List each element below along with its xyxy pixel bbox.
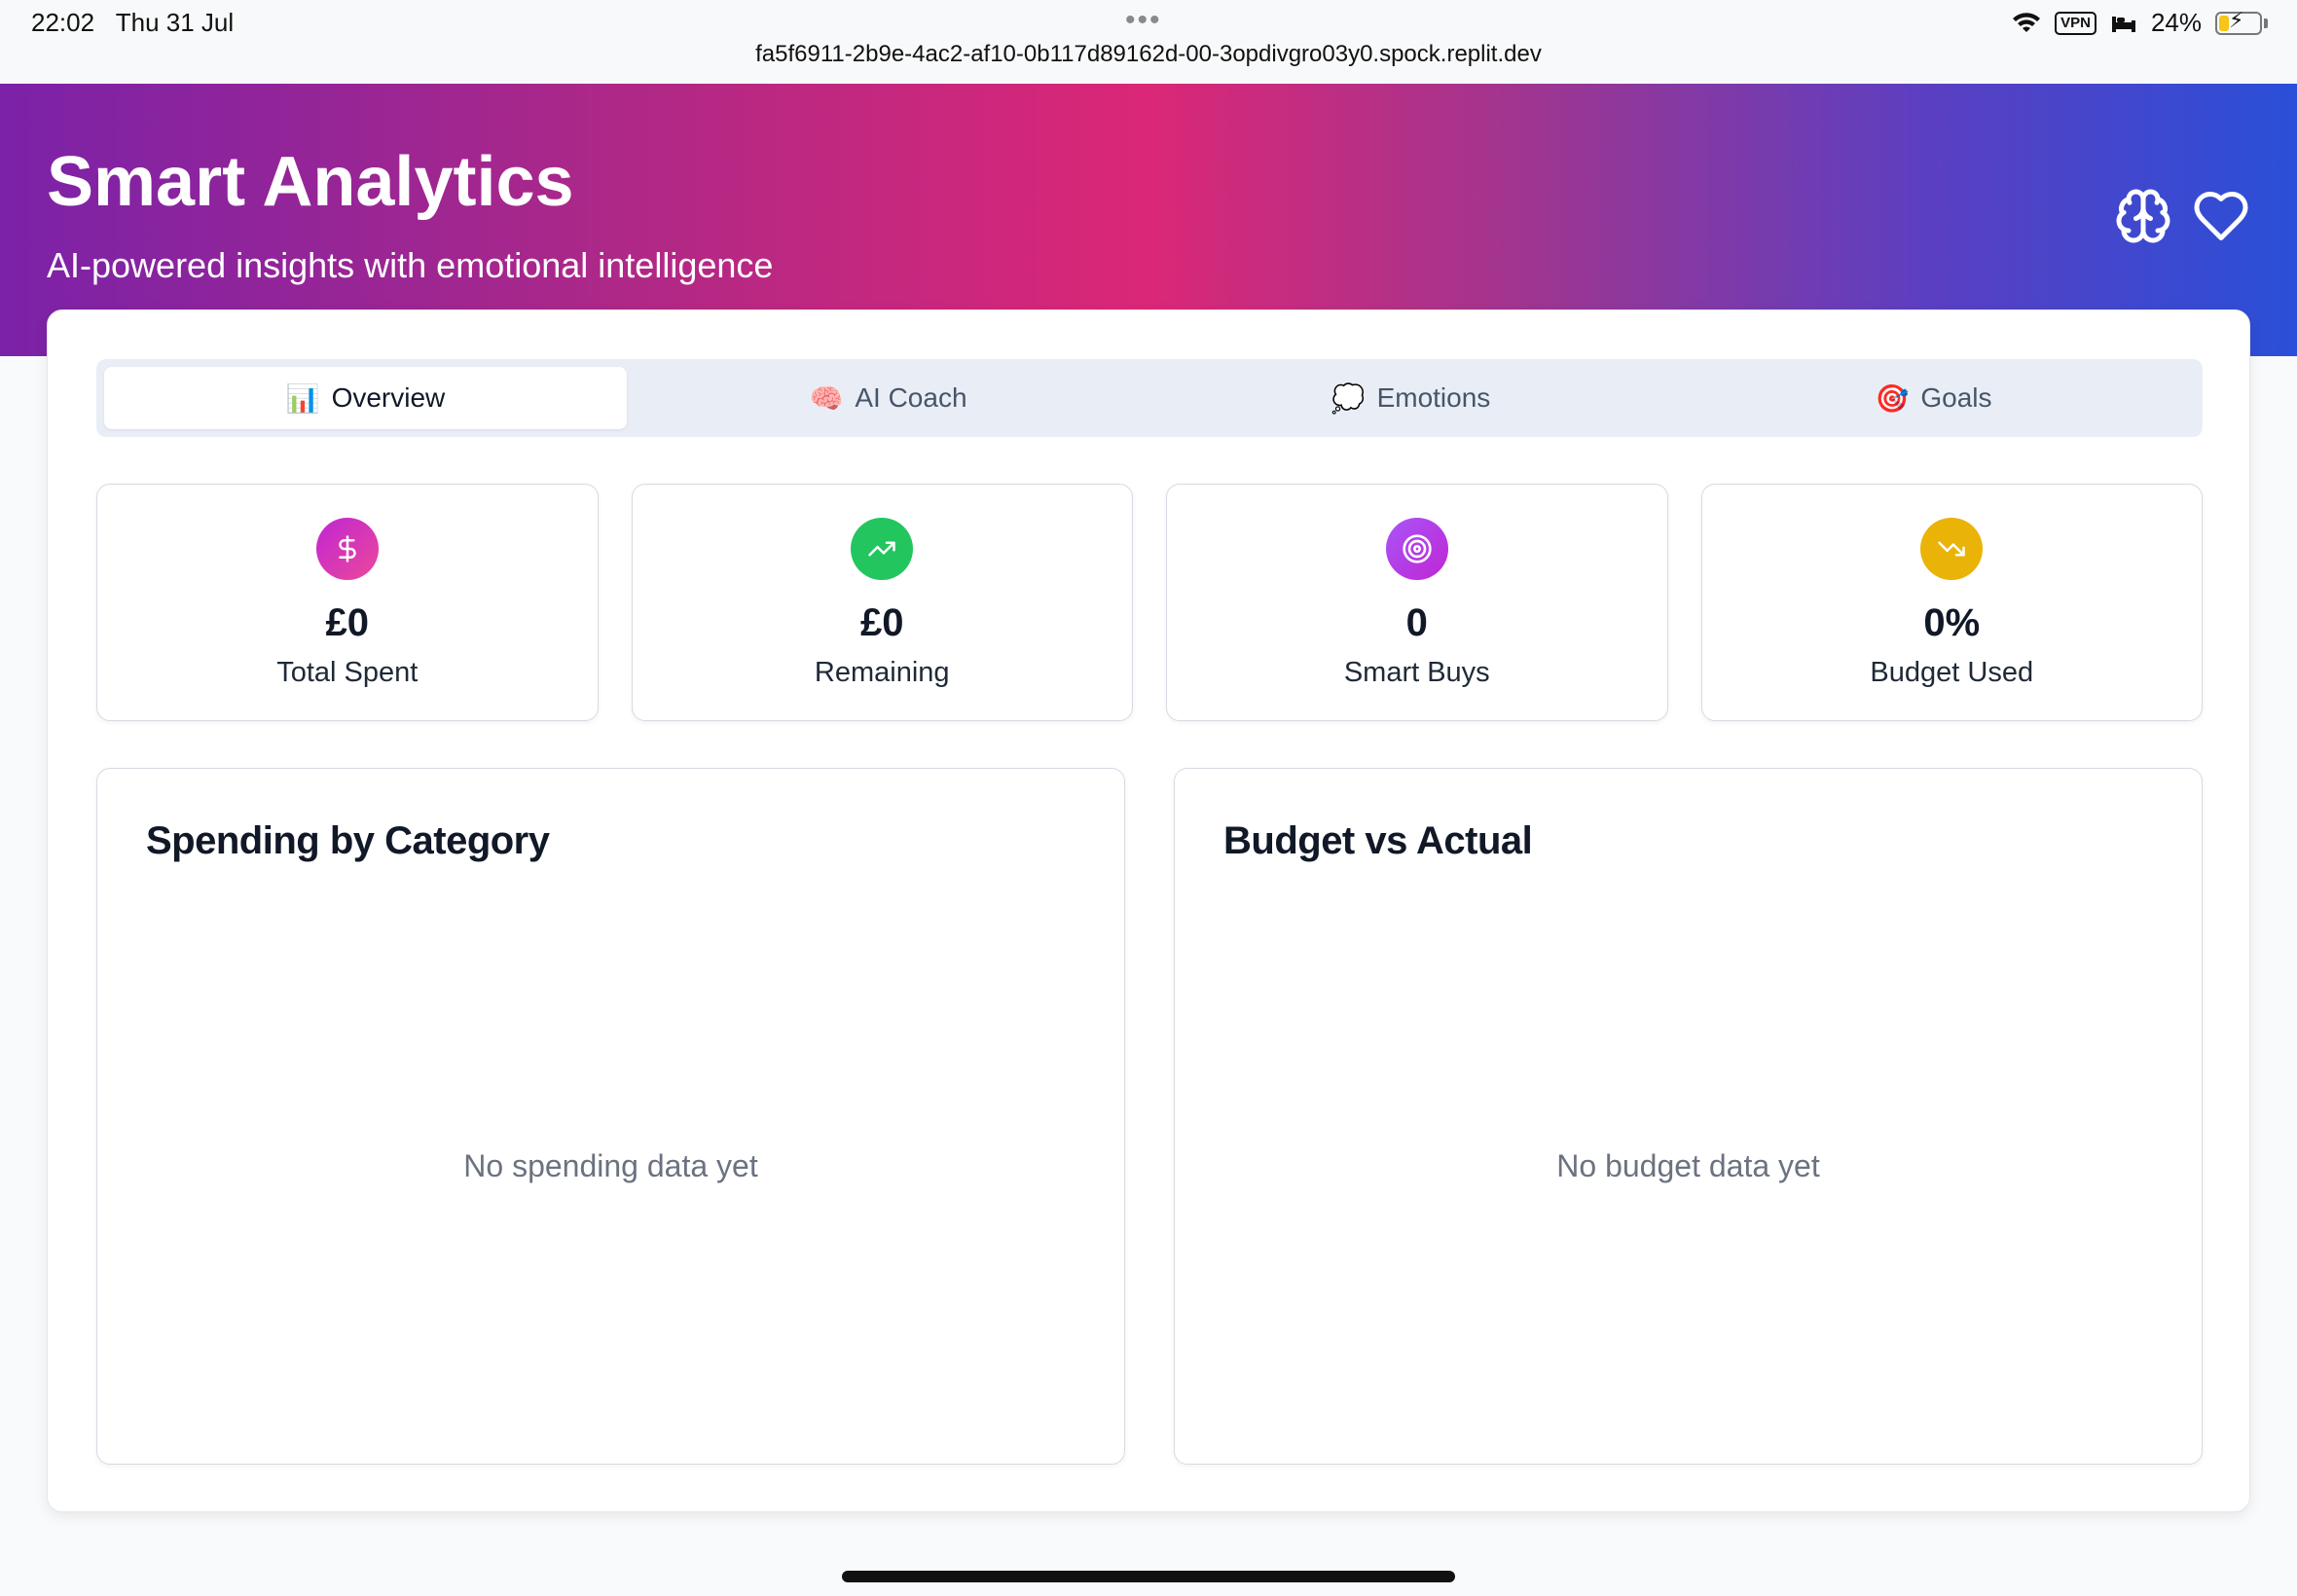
bed-icon [2111, 16, 2135, 32]
stat-value: £0 [325, 601, 370, 644]
bolt-icon: ⚡ [2229, 7, 2244, 32]
stat-value: £0 [860, 601, 904, 644]
stat-value: 0% [1923, 601, 1981, 644]
panel-title: Budget vs Actual [1223, 819, 1533, 862]
page-subtitle: AI-powered insights with emotional intel… [47, 245, 774, 285]
trending-up-icon [851, 518, 914, 580]
stat-value: 0 [1405, 601, 1428, 644]
stat-label: Total Spent [276, 657, 419, 688]
status-indicators: VPN 24% ⚡ [2012, 8, 2268, 38]
home-indicator[interactable] [842, 1571, 1455, 1582]
address-url[interactable]: fa5f6911-2b9e-4ac2-af10-0b117d89162d-00-… [0, 41, 2297, 68]
stat-label: Remaining [814, 657, 950, 688]
vpn-badge: VPN [2055, 11, 2096, 35]
battery-icon: ⚡ [2215, 8, 2262, 35]
target-icon [1385, 518, 1448, 580]
tab-overview[interactable]: 📊 Overview [104, 367, 627, 429]
more-dots-icon[interactable]: ••• [1125, 4, 1162, 37]
chart-panels: Spending by Category No spending data ye… [96, 768, 2203, 1465]
battery-percent: 24% [2150, 8, 2202, 37]
spending-by-category-panel: Spending by Category No spending data ye… [96, 768, 1125, 1465]
panel-title: Spending by Category [146, 819, 550, 862]
tab-bar: 📊 Overview 🧠 AI Coach 💭 Emotions 🎯 Goals [96, 359, 2203, 437]
wifi-icon [2013, 12, 2041, 32]
tab-goals[interactable]: 🎯 Goals [1672, 367, 2195, 429]
battery-cap [2264, 18, 2268, 28]
tab-label: Overview [331, 382, 446, 413]
stat-label: Smart Buys [1343, 657, 1490, 688]
target-emoji-icon: 🎯 [1875, 381, 1910, 415]
brain-icon[interactable] [2114, 187, 2172, 245]
stat-card-smart-buys: 0 Smart Buys [1166, 484, 1668, 721]
stat-card-total-spent: £0 Total Spent [96, 484, 599, 721]
stats-row: £0 Total Spent £0 Remaining 0 Smart Buys… [96, 484, 2203, 721]
header-icons [2114, 187, 2250, 245]
battery-fill [2219, 15, 2229, 31]
trending-down-icon [1920, 518, 1984, 580]
thought-bubble-icon: 💭 [1331, 381, 1366, 415]
stat-card-budget-used: 0% Budget Used [1700, 484, 2203, 721]
budget-vs-actual-panel: Budget vs Actual No budget data yet [1174, 768, 2203, 1465]
bar-chart-icon: 📊 [285, 381, 320, 415]
brain-emoji-icon: 🧠 [809, 381, 844, 415]
tab-label: Goals [1920, 382, 1992, 413]
tab-label: AI Coach [855, 382, 967, 413]
tab-emotions[interactable]: 💭 Emotions [1149, 367, 1672, 429]
analytics-card: 📊 Overview 🧠 AI Coach 💭 Emotions 🎯 Goals… [47, 309, 2250, 1512]
tab-ai-coach[interactable]: 🧠 AI Coach [627, 367, 1149, 429]
stat-label: Budget Used [1870, 657, 2034, 688]
tab-label: Emotions [1376, 382, 1491, 413]
heart-icon[interactable] [2192, 187, 2250, 245]
status-time: 22:02 Thu 31 Jul [31, 8, 235, 37]
stat-card-remaining: £0 Remaining [631, 484, 1133, 721]
empty-state-text: No budget data yet [1556, 1148, 1820, 1183]
status-bar: 22:02 Thu 31 Jul ••• fa5f6911-2b9e-4ac2-… [0, 0, 2297, 84]
dollar-icon [315, 518, 379, 580]
page-title: Smart Analytics [47, 143, 574, 221]
empty-state-text: No spending data yet [463, 1148, 758, 1183]
